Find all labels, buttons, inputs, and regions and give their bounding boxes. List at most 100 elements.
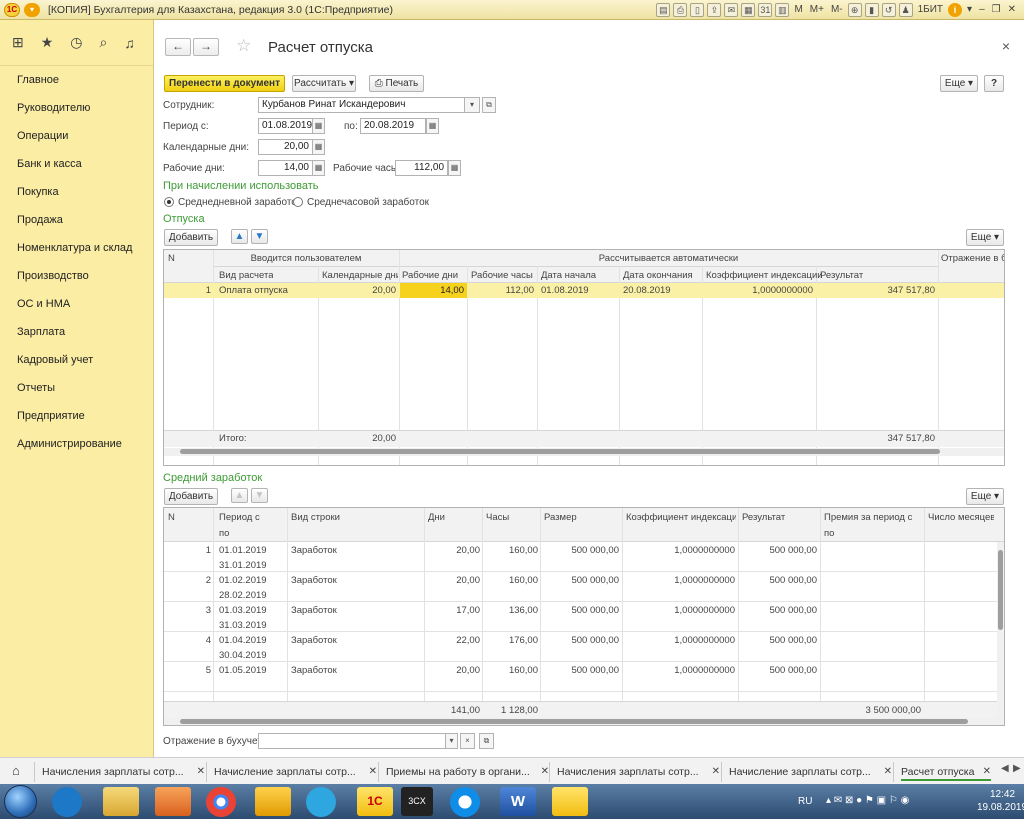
dropdown-icon[interactable]: ▾	[965, 4, 974, 15]
open-window-tab[interactable]: Начисление зарплаты сотр... ✕	[214, 763, 377, 781]
vacations-more-button[interactable]: Еще ▾	[966, 229, 1004, 246]
forward-button[interactable]: →	[193, 38, 219, 56]
section-item[interactable]: Главное	[0, 66, 153, 94]
telegram-icon[interactable]	[306, 787, 336, 817]
ie-icon[interactable]	[52, 787, 82, 817]
explorer-icon[interactable]	[103, 787, 139, 816]
radio-hourly-label[interactable]: Среднечасовой заработок	[307, 197, 429, 208]
panel-icon[interactable]: ▮	[864, 2, 879, 17]
post-to-document-button[interactable]: Перенести в документ	[164, 75, 285, 92]
tab-close-icon[interactable]: ✕	[712, 763, 720, 781]
more-button[interactable]: Еще ▾	[940, 75, 978, 92]
favorite-star-icon[interactable]: ☆	[236, 36, 251, 56]
history-clock-icon[interactable]: ◷	[70, 34, 82, 51]
help-button[interactable]: ?	[984, 75, 1004, 92]
open-window-tab[interactable]: Расчет отпуска ✕	[901, 763, 991, 781]
section-item[interactable]: Банк и касса	[0, 150, 153, 178]
apps-grid-icon[interactable]: ⊞	[12, 34, 24, 51]
section-item[interactable]: Зарплата	[0, 318, 153, 346]
period-to-calendar-icon[interactable]: ▦	[426, 118, 439, 134]
user-icon[interactable]: ♟	[898, 2, 913, 17]
memory-button[interactable]: M	[792, 4, 804, 15]
vacations-hscroll-thumb[interactable]	[180, 449, 940, 454]
avg-hscroll-thumb[interactable]	[180, 719, 968, 724]
period-from-field[interactable]: 01.08.2019	[258, 118, 314, 134]
tab-close-icon[interactable]: ✕	[197, 763, 205, 781]
avg-more-button[interactable]: Еще ▾	[966, 488, 1004, 505]
start-button[interactable]	[4, 785, 37, 818]
accounting-clear-icon[interactable]: ×	[460, 733, 475, 749]
section-item[interactable]: Руководителю	[0, 94, 153, 122]
language-indicator[interactable]: RU	[798, 796, 812, 807]
open-window-tab[interactable]: Начисления зарплаты сотр... ✕	[42, 763, 205, 781]
work-hours-calc-icon[interactable]: ▦	[448, 160, 461, 176]
employee-dropdown-icon[interactable]: ▾	[464, 97, 480, 113]
info-icon[interactable]: i	[948, 2, 963, 17]
table-icon[interactable]: ▦	[741, 2, 756, 17]
bell-icon[interactable]: ♫	[124, 35, 135, 51]
vacations-table[interactable]: N Вводится пользователем Рассчитывается …	[163, 249, 1005, 466]
main-menu-icon[interactable]: ▾	[24, 2, 40, 17]
calculate-button[interactable]: Рассчитать ▾	[292, 75, 356, 92]
3cx-icon[interactable]: 3CX	[401, 787, 433, 816]
section-item[interactable]: ОС и НМА	[0, 290, 153, 318]
employee-open-icon[interactable]: ⧉	[482, 97, 496, 113]
accounting-field[interactable]	[258, 733, 458, 749]
tabs-scroll-right-icon[interactable]: ▶	[1013, 763, 1021, 774]
avg-add-button[interactable]: Добавить	[164, 488, 218, 505]
print-icon[interactable]: ⎙	[673, 2, 688, 17]
restore-icon[interactable]: ❐	[990, 4, 1003, 15]
teamviewer-icon[interactable]	[450, 787, 480, 817]
print-button[interactable]: ⎙ Печать	[369, 75, 424, 92]
open-window-tab[interactable]: Начисления зарплаты сотр... ✕	[557, 763, 720, 781]
mail-icon[interactable]: ✉	[724, 2, 739, 17]
tab-close-icon[interactable]: ✕	[369, 763, 377, 781]
radio-hourly[interactable]	[293, 197, 303, 207]
media-player-icon[interactable]	[155, 787, 191, 816]
section-item[interactable]: Производство	[0, 262, 153, 290]
history-icon[interactable]: ↺	[881, 2, 896, 17]
onec-config-icon[interactable]	[552, 787, 588, 816]
vacations-hscrollbar[interactable]	[164, 448, 1004, 456]
mail-agent-icon[interactable]	[255, 787, 291, 816]
employee-field[interactable]: Курбанов Ринат Искандерович	[258, 97, 480, 113]
vacations-add-button[interactable]: Добавить	[164, 229, 218, 246]
preview-icon[interactable]: ▯	[690, 2, 705, 17]
minimize-icon[interactable]: –	[977, 4, 987, 15]
radio-daily-label[interactable]: Среднедневной заработок	[178, 197, 301, 208]
memory-plus-button[interactable]: M+	[808, 4, 826, 15]
back-button[interactable]: ←	[165, 38, 191, 56]
window-close-icon[interactable]: ✕	[1006, 4, 1018, 15]
calendar-days-calc-icon[interactable]: ▦	[312, 139, 325, 155]
section-item[interactable]: Продажа	[0, 206, 153, 234]
clock-date[interactable]: 19.08.2019	[977, 802, 1024, 813]
move-up-icon[interactable]: ▲	[231, 229, 248, 244]
open-window-tab[interactable]: Приемы на работу в органи... ✕	[386, 763, 549, 781]
user-name[interactable]: 1БИТ	[916, 4, 945, 15]
memory-minus-button[interactable]: M-	[829, 4, 845, 15]
section-item[interactable]: Номенклатура и склад	[0, 234, 153, 262]
period-from-calendar-icon[interactable]: ▦	[312, 118, 325, 134]
link-icon[interactable]: ⇪	[707, 2, 722, 17]
onec-icon[interactable]: 1С	[357, 787, 393, 816]
tab-close-icon[interactable]: ✕	[983, 763, 991, 781]
accounting-dropdown-icon[interactable]: ▾	[445, 733, 458, 749]
section-item[interactable]: Администрирование	[0, 430, 153, 458]
section-item[interactable]: Кадровый учет	[0, 346, 153, 374]
period-to-field[interactable]: 20.08.2019	[360, 118, 426, 134]
avg-vscrollbar[interactable]	[997, 542, 1004, 718]
work-days-field[interactable]: 14,00	[258, 160, 313, 176]
avg-hscrollbar[interactable]	[164, 718, 1004, 725]
avg-vscroll-thumb[interactable]	[998, 550, 1003, 630]
open-window-tab[interactable]: Начисление зарплаты сотр... ✕	[729, 763, 892, 781]
zoom-icon[interactable]: ⊕	[847, 2, 862, 17]
work-days-calc-icon[interactable]: ▦	[312, 160, 325, 176]
move-down-icon[interactable]: ▼	[251, 229, 268, 244]
accounting-open-icon[interactable]: ⧉	[479, 733, 494, 749]
section-item[interactable]: Операции	[0, 122, 153, 150]
tray-icons[interactable]: ▴ ✉ ⊠ ● ⚑ ▣ ⚐ ◉	[826, 795, 909, 806]
search-icon[interactable]: ⌕	[100, 34, 108, 51]
clock-time[interactable]: 12:42	[990, 789, 1015, 800]
work-hours-field[interactable]: 112,00	[395, 160, 448, 176]
radio-daily[interactable]	[164, 197, 174, 207]
